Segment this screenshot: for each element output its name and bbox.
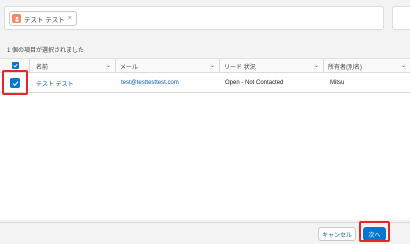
lookup-area: テスト テスト × bbox=[0, 0, 410, 38]
chevron-down-icon[interactable]: ⌄ bbox=[314, 62, 319, 69]
lead-name-link[interactable]: テスト テスト bbox=[36, 73, 74, 93]
column-header-owner[interactable]: 所有者(別名) ⌄ bbox=[324, 59, 410, 73]
lead-lookup-field[interactable]: テスト テスト × bbox=[4, 6, 384, 30]
table-row[interactable]: テスト テスト test@testtesttest.com Open - Not… bbox=[0, 73, 410, 93]
next-button[interactable]: 次へ bbox=[363, 227, 386, 241]
chevron-down-icon[interactable]: ⌄ bbox=[210, 62, 215, 69]
lead-email-link[interactable]: test@testtesttest.com bbox=[121, 73, 179, 93]
remove-pill-icon[interactable]: × bbox=[68, 15, 72, 22]
table-header: 名前 ⌄ メール ⌄ リード 状況 ⌄ 所有者(別名) ⌄ bbox=[0, 59, 410, 73]
column-header-label: 名前 bbox=[36, 64, 49, 71]
column-header-status[interactable]: リード 状況 ⌄ bbox=[220, 59, 324, 73]
selected-lead-pill[interactable]: テスト テスト × bbox=[9, 11, 77, 26]
lead-icon bbox=[12, 14, 21, 23]
chevron-down-icon[interactable]: ⌄ bbox=[401, 62, 406, 69]
selected-count-text: 1 個の項目が選択されました bbox=[7, 48, 85, 54]
chevron-down-icon[interactable]: ⌄ bbox=[106, 62, 111, 69]
column-header-email[interactable]: メール ⌄ bbox=[116, 59, 220, 73]
column-header-label: リード 状況 bbox=[224, 64, 256, 71]
select-all-checkbox[interactable] bbox=[12, 62, 19, 69]
pill-label: テスト テスト bbox=[24, 16, 65, 24]
modal-footer: キャンセル 次へ bbox=[0, 222, 410, 244]
leads-table: 名前 ⌄ メール ⌄ リード 状況 ⌄ 所有者(別名) ⌄ テスト テスト te… bbox=[0, 58, 410, 220]
column-header-label: メール bbox=[120, 64, 139, 71]
secondary-field[interactable] bbox=[392, 6, 410, 30]
column-header-label: 所有者(別名) bbox=[328, 64, 362, 71]
select-all-header bbox=[0, 59, 30, 73]
lead-status: Open - Not Contacted bbox=[225, 80, 284, 86]
lead-owner: Mitsu bbox=[330, 80, 345, 86]
row-checkbox[interactable] bbox=[10, 78, 20, 88]
column-header-name[interactable]: 名前 ⌄ bbox=[30, 59, 116, 73]
cancel-button[interactable]: キャンセル bbox=[318, 227, 356, 241]
